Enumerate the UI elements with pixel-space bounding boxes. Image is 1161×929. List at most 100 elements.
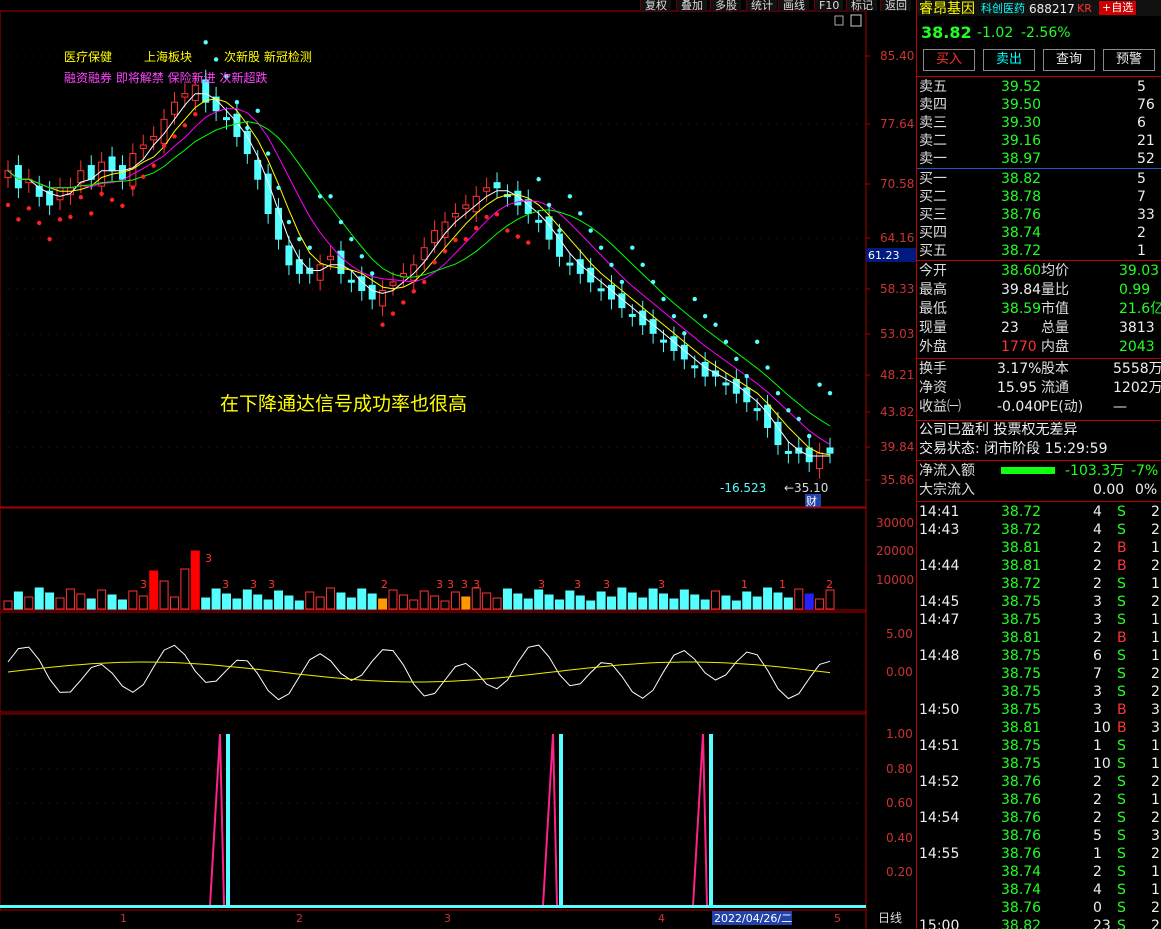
- candle-body: [628, 313, 636, 317]
- sell-button[interactable]: 卖出: [983, 49, 1035, 71]
- sar-dot: [359, 254, 364, 259]
- sar-dot: [682, 331, 687, 336]
- candle-body: [691, 365, 699, 369]
- sar-dot: [494, 212, 500, 217]
- volume-bar: [669, 598, 679, 610]
- volume-bars: 300002000010000333 3 3 2 3 3 3 3 3 3 3 3 1 1 2: [3, 516, 914, 610]
- sar-dot: [16, 217, 21, 222]
- candle-body: [139, 144, 147, 149]
- tick-row-5: 14:45 38.75 3 S 2: [919, 594, 1160, 610]
- stock-tag: KR: [1077, 2, 1092, 15]
- volume-bar: [430, 595, 440, 610]
- sar-dot: [307, 245, 312, 250]
- toolbar-button-3[interactable]: 统计: [746, 0, 777, 11]
- x-axis-label: 3: [444, 912, 451, 925]
- add-favorite-button[interactable]: +自选: [1099, 1, 1137, 15]
- toolbar-button-4[interactable]: 画线: [778, 0, 809, 11]
- ask-level-4: 卖一 38.97 52: [919, 151, 1155, 167]
- sar-dot: [297, 236, 302, 242]
- stock-sector[interactable]: 科创医药: [981, 0, 1025, 18]
- sar-dot: [120, 203, 125, 208]
- toolbar-button-0[interactable]: 复权: [640, 0, 671, 11]
- sar-dot: [57, 217, 63, 222]
- sar-dot: [349, 236, 354, 242]
- price-tick-label: 64.16: [880, 231, 914, 245]
- volume-bar: [575, 595, 585, 610]
- volume-mark: 3: [222, 578, 229, 591]
- sar-dot: [172, 134, 177, 139]
- volume-bar: [773, 592, 783, 610]
- volume-bar: [565, 590, 575, 610]
- kline-chart-area[interactable]: 85.40 77.64 70.58 64.16 58.33 53.03 48.21 43.82…: [0, 0, 916, 929]
- sar-dot: [422, 279, 427, 285]
- price-tick-label: 70.58: [880, 177, 914, 191]
- volume-bar: [149, 570, 159, 610]
- stock-code: 688217: [1029, 2, 1075, 16]
- sar-dot: [276, 185, 281, 191]
- price-change-pct: -2.56%: [1021, 25, 1071, 41]
- toolbar-button-6[interactable]: 标记: [846, 0, 877, 11]
- volume-bar: [700, 599, 710, 610]
- toolbar-button-7[interactable]: 返回: [880, 0, 911, 11]
- sar-dot: [193, 111, 198, 117]
- volume-mark: 2: [826, 578, 833, 591]
- bid-level-4: 买五 38.72 1: [919, 243, 1146, 259]
- volume-bar: [617, 587, 627, 610]
- candle-body: [701, 361, 709, 377]
- sar-dot: [619, 279, 625, 285]
- annotation-text: 在下降通达信号成功率也很高: [220, 393, 467, 415]
- volume-bar: [180, 568, 190, 610]
- sar-dot: [47, 236, 52, 242]
- volume-bar: [305, 591, 315, 610]
- alert-button[interactable]: 预警: [1103, 49, 1155, 71]
- sar-dot: [505, 228, 510, 233]
- buy-button[interactable]: 买入: [923, 49, 975, 71]
- stat2-row-2: 收益㈠ -0.040 PE(动) —: [919, 399, 1127, 415]
- candle-body: [660, 339, 668, 343]
- volume-bar: [45, 592, 55, 610]
- volume-bar: [128, 590, 138, 610]
- sar-dot: [536, 177, 541, 182]
- sar-dot: [26, 206, 32, 211]
- toolbar-button-1[interactable]: 叠加: [676, 0, 707, 11]
- query-button[interactable]: 查询: [1043, 49, 1095, 71]
- volume-bar: [13, 591, 23, 610]
- tick-row-22: 38.76 0 S 2: [1001, 900, 1160, 916]
- ask-level-1: 卖四 39.50 76: [919, 97, 1155, 113]
- macd-diff-line: [7, 644, 831, 701]
- candles: [4, 69, 834, 479]
- toolbar-button-5[interactable]: F10: [814, 0, 844, 11]
- price-tick-label: 77.64: [880, 117, 914, 131]
- sar-dot: [713, 322, 718, 327]
- volume-bar: [398, 594, 408, 610]
- volume-bar: [336, 592, 346, 610]
- toolbar-button-2[interactable]: 多股: [710, 0, 741, 11]
- sar-dot: [546, 202, 552, 208]
- sar-dot: [484, 214, 489, 220]
- volume-tick-label: 20000: [876, 544, 914, 558]
- candle-body: [327, 255, 335, 261]
- signal-spike-bar: [709, 734, 713, 906]
- tick-row-21: 38.74 4 S 1: [1001, 882, 1160, 898]
- candle-body: [420, 247, 428, 261]
- candle-body: [316, 264, 324, 281]
- tick-row-0: 14:41 38.72 4 S 2: [919, 504, 1160, 520]
- stat-row-4: 外盘 1770 内盘 2043: [919, 339, 1155, 355]
- signal-spike-bar: [559, 734, 563, 906]
- stat-row-2: 最低 38.59 市值 21.6亿: [919, 301, 1161, 317]
- sar-dot: [588, 228, 593, 233]
- sar-dot: [245, 125, 250, 131]
- sar-dot: [286, 219, 292, 225]
- sar-dot: [765, 365, 770, 370]
- sar-dot: [775, 391, 781, 396]
- candle-body: [483, 187, 491, 192]
- sar-dot: [786, 408, 791, 413]
- candle-body: [431, 230, 439, 244]
- volume-bar: [783, 597, 793, 610]
- price-tick-label: 43.82: [880, 405, 914, 419]
- volume-bar: [471, 587, 481, 610]
- signal-baseline: [0, 905, 866, 908]
- volume-bar: [502, 588, 512, 610]
- sar-dot: [265, 151, 271, 156]
- tick-row-9: 38.75 7 S 2: [1001, 666, 1160, 682]
